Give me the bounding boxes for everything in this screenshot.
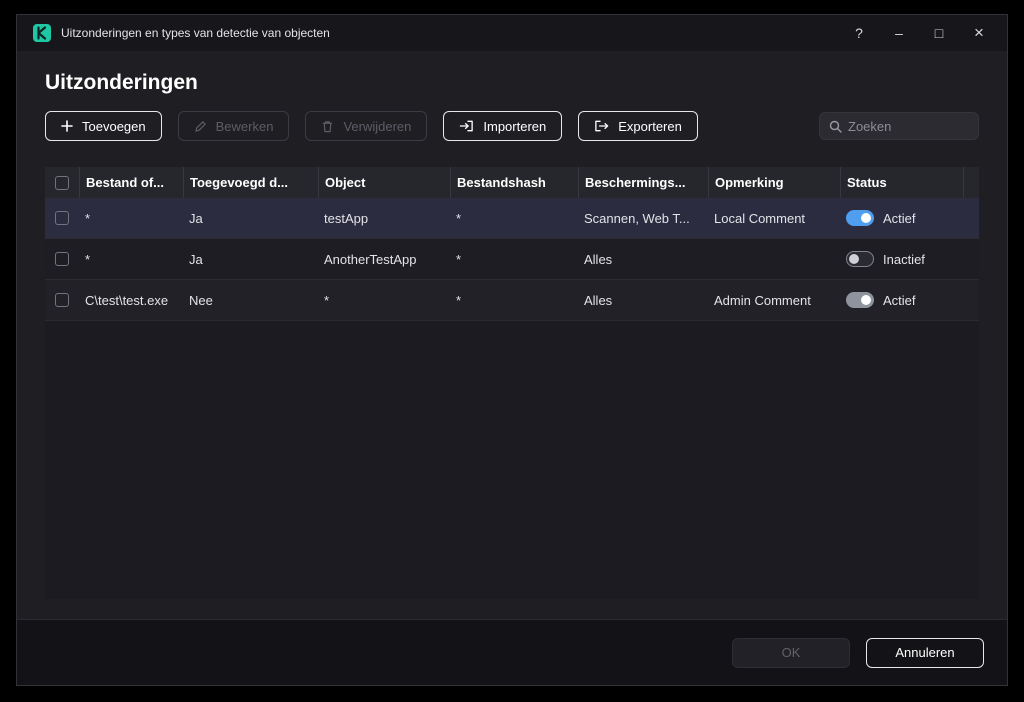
kaspersky-logo-icon — [33, 24, 51, 42]
export-button-label: Exporteren — [618, 118, 682, 134]
column-header-added-by[interactable]: Toegevoegd d... — [183, 167, 318, 198]
export-button[interactable]: Exporteren — [578, 111, 698, 141]
table-row[interactable]: * Ja testApp * Scannen, Web T... Local C… — [45, 198, 979, 239]
close-button[interactable]: × — [963, 19, 995, 47]
search-box — [819, 112, 979, 140]
edit-button-label: Bewerken — [215, 118, 274, 134]
delete-button-label: Verwijderen — [343, 118, 412, 134]
cell-hash: * — [456, 292, 462, 308]
table-empty-area — [45, 321, 979, 599]
cell-protection: Scannen, Web T... — [584, 210, 690, 226]
column-header-status[interactable]: Status — [840, 167, 963, 198]
footer-bar: OK Annuleren — [17, 619, 1007, 685]
edit-button[interactable]: Bewerken — [177, 111, 290, 141]
title-bar: Uitzonderingen en types van detectie van… — [17, 15, 1007, 51]
cell-comment: Local Comment — [714, 210, 806, 226]
cell-file: C\test\test.exe — [85, 292, 169, 308]
export-icon — [594, 119, 609, 133]
exclusions-table: Bestand of... Toegevoegd d... Object Bes… — [45, 167, 979, 599]
page-title: Uitzonderingen — [45, 71, 198, 94]
app-window: Uitzonderingen en types van detectie van… — [16, 14, 1008, 686]
cell-object: * — [324, 292, 330, 308]
ok-button[interactable]: OK — [732, 637, 850, 668]
pencil-icon — [194, 120, 207, 133]
cell-protection: Alles — [584, 292, 613, 308]
trash-icon — [321, 120, 334, 133]
import-icon — [459, 119, 474, 133]
cell-file: * — [85, 251, 91, 267]
header-select-all-cell — [45, 167, 79, 198]
cancel-button[interactable]: Annuleren — [866, 637, 984, 668]
column-header-object[interactable]: Object — [318, 167, 450, 198]
import-button[interactable]: Importeren — [443, 111, 563, 141]
maximize-button[interactable]: □ — [923, 19, 955, 47]
status-label: Actief — [883, 292, 916, 308]
minimize-button[interactable]: – — [883, 19, 915, 47]
search-icon — [829, 120, 842, 133]
window-controls: ? – □ × — [843, 19, 995, 47]
status-toggle[interactable] — [846, 251, 874, 267]
table-row[interactable]: * Ja AnotherTestApp * Alles Inactief — [45, 239, 979, 280]
status-label: Actief — [883, 210, 916, 226]
cell-added-by: Nee — [189, 292, 213, 308]
status-toggle[interactable] — [846, 210, 874, 226]
table-row[interactable]: C\test\test.exe Nee * * Alles Admin Comm… — [45, 280, 979, 321]
column-header-spacer — [963, 167, 979, 198]
cell-added-by: Ja — [189, 251, 203, 267]
column-header-protection[interactable]: Beschermings... — [578, 167, 708, 198]
help-button[interactable]: ? — [843, 19, 875, 47]
window-title: Uitzonderingen en types van detectie van… — [61, 26, 330, 40]
row-checkbox[interactable] — [55, 211, 69, 225]
content-area: Uitzonderingen Toevoegen Bewerken Verwij… — [17, 51, 1007, 619]
add-button-label: Toevoegen — [82, 118, 146, 134]
cell-comment: Admin Comment — [714, 292, 811, 308]
cell-file: * — [85, 210, 91, 226]
select-all-checkbox[interactable] — [55, 175, 69, 190]
cell-protection: Alles — [584, 251, 613, 267]
cell-object: AnotherTestApp — [324, 251, 417, 267]
import-button-label: Importeren — [483, 118, 547, 134]
cell-hash: * — [456, 210, 462, 226]
cell-hash: * — [456, 251, 462, 267]
column-header-comment[interactable]: Opmerking — [708, 167, 840, 198]
add-button[interactable]: Toevoegen — [45, 111, 162, 141]
cell-added-by: Ja — [189, 210, 203, 226]
column-header-hash[interactable]: Bestandshash — [450, 167, 578, 198]
row-checkbox[interactable] — [55, 252, 69, 266]
delete-button[interactable]: Verwijderen — [305, 111, 428, 141]
search-input[interactable] — [848, 118, 969, 134]
status-toggle[interactable] — [846, 292, 874, 308]
row-checkbox[interactable] — [55, 293, 69, 307]
toolbar: Toevoegen Bewerken Verwijderen Importere… — [45, 111, 979, 141]
plus-icon — [61, 120, 73, 132]
column-header-file[interactable]: Bestand of... — [79, 167, 183, 198]
cell-object: testApp — [324, 210, 369, 226]
table-header: Bestand of... Toegevoegd d... Object Bes… — [45, 167, 979, 198]
status-label: Inactief — [883, 251, 925, 267]
